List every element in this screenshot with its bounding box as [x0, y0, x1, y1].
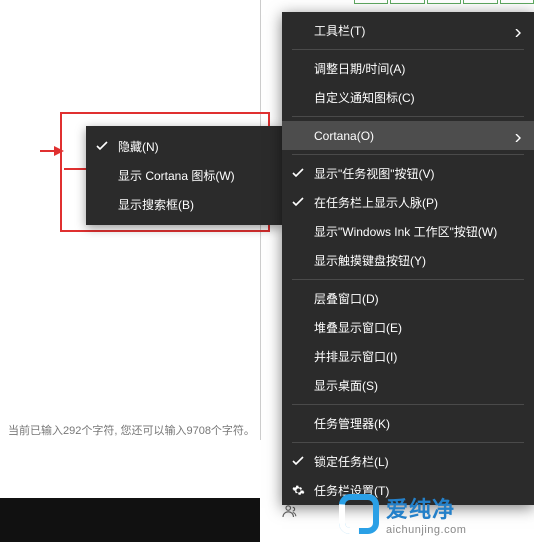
menu-item-stack-windows[interactable]: 堆叠显示窗口(E) [282, 313, 534, 342]
menu-label: 显示搜索框(B) [118, 196, 194, 213]
menu-label: 在任务栏上显示人脉(P) [314, 194, 438, 211]
menu-separator [292, 442, 524, 443]
logo-text-group: 爱纯净 aichunjing.com [386, 492, 466, 536]
cortana-submenu: 隐藏(N) 显示 Cortana 图标(W) 显示搜索框(B) [86, 126, 282, 225]
site-logo: 爱纯净 aichunjing.com [338, 492, 466, 536]
menu-label: 显示触摸键盘按钮(Y) [314, 252, 426, 269]
menu-separator [292, 404, 524, 405]
submenu-item-hide[interactable]: 隐藏(N) [86, 132, 282, 161]
menu-label: 并排显示窗口(I) [314, 348, 397, 365]
logo-text: 爱纯净 [386, 492, 466, 524]
menu-label: 工具栏(T) [314, 22, 365, 39]
menu-label: 显示桌面(S) [314, 377, 378, 394]
menu-label: 层叠窗口(D) [314, 290, 379, 307]
menu-item-side-by-side-windows[interactable]: 并排显示窗口(I) [282, 342, 534, 371]
menu-label: 调整日期/时间(A) [314, 60, 405, 77]
menu-label: 锁定任务栏(L) [314, 453, 389, 470]
menu-item-show-people[interactable]: 在任务栏上显示人脉(P) [282, 188, 534, 217]
editor-status: 当前已输入292个字符, 您还可以输入9708个字符。 [8, 422, 255, 438]
menu-separator [292, 154, 524, 155]
editor-panel [0, 0, 263, 460]
menu-label: 堆叠显示窗口(E) [314, 319, 402, 336]
menu-item-show-desktop[interactable]: 显示桌面(S) [282, 371, 534, 400]
people-icon[interactable] [280, 502, 298, 523]
menu-separator [292, 116, 524, 117]
menu-item-toolbars[interactable]: 工具栏(T) [282, 16, 534, 45]
menu-item-lock-taskbar[interactable]: 锁定任务栏(L) [282, 447, 534, 476]
logo-domain: aichunjing.com [386, 524, 466, 536]
tab-strip-fragment [354, 0, 534, 10]
taskbar-context-menu: 工具栏(T) 调整日期/时间(A) 自定义通知图标(C) Cortana(O) … [282, 12, 534, 505]
menu-item-show-touch-keyboard[interactable]: 显示触摸键盘按钮(Y) [282, 246, 534, 275]
menu-item-adjust-datetime[interactable]: 调整日期/时间(A) [282, 54, 534, 83]
check-icon [292, 455, 304, 467]
menu-separator [292, 279, 524, 280]
chevron-right-icon [514, 131, 522, 139]
taskbar-dark[interactable] [0, 498, 260, 542]
menu-item-show-task-view[interactable]: 显示"任务视图"按钮(V) [282, 159, 534, 188]
menu-item-show-ink-workspace[interactable]: 显示"Windows Ink 工作区"按钮(W) [282, 217, 534, 246]
menu-label: 隐藏(N) [118, 138, 159, 155]
menu-item-cortana[interactable]: Cortana(O) [282, 121, 534, 150]
menu-label: 显示"任务视图"按钮(V) [314, 165, 435, 182]
submenu-item-show-cortana-icon[interactable]: 显示 Cortana 图标(W) [86, 161, 282, 190]
menu-label: 显示 Cortana 图标(W) [118, 167, 235, 184]
menu-item-task-manager[interactable]: 任务管理器(K) [282, 409, 534, 438]
gear-icon [292, 484, 305, 500]
menu-label: Cortana(O) [314, 129, 374, 143]
menu-item-custom-notification-icons[interactable]: 自定义通知图标(C) [282, 83, 534, 112]
submenu-item-show-search-box[interactable]: 显示搜索框(B) [86, 190, 282, 219]
check-icon [96, 140, 108, 152]
menu-label: 任务管理器(K) [314, 415, 390, 432]
menu-label: 自定义通知图标(C) [314, 89, 415, 106]
menu-label: 显示"Windows Ink 工作区"按钮(W) [314, 223, 497, 240]
check-icon [292, 196, 304, 208]
menu-item-cascade-windows[interactable]: 层叠窗口(D) [282, 284, 534, 313]
chevron-right-icon [514, 26, 522, 34]
logo-mark-icon [338, 493, 380, 535]
menu-separator [292, 49, 524, 50]
check-icon [292, 167, 304, 179]
